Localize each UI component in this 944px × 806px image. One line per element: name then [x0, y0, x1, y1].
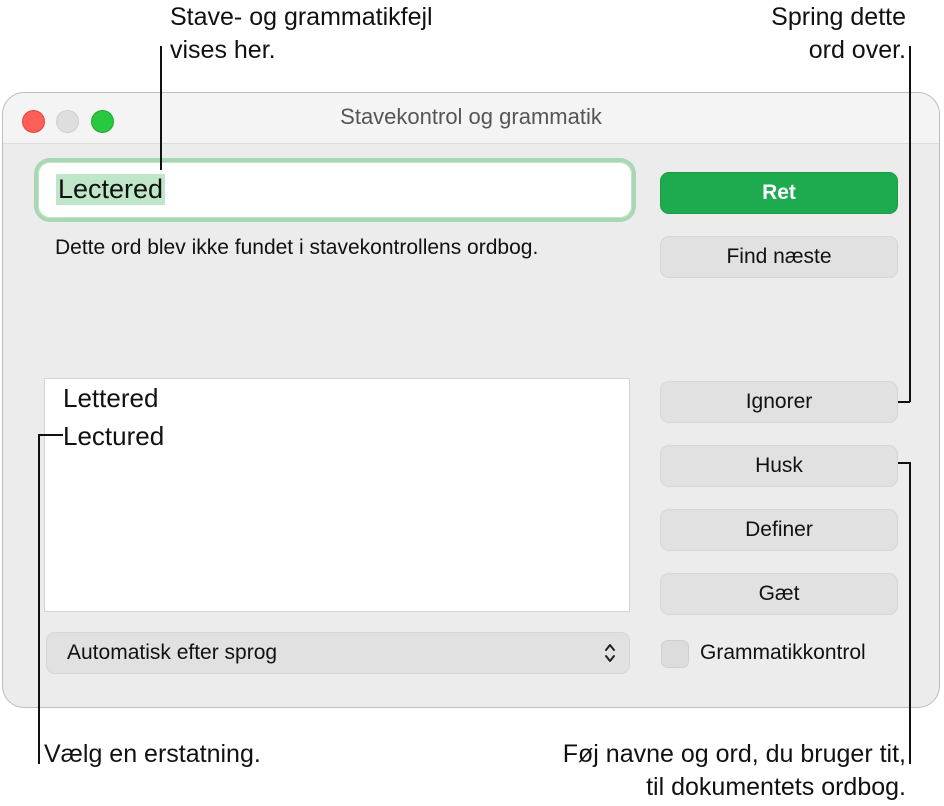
callout-text-line: til dokumentets ordbog. — [646, 773, 906, 801]
window-title: Stavekontrol og grammatik — [340, 104, 602, 129]
callout-add-words: Føj navne og ord, du bruger tit, til dok… — [563, 738, 906, 804]
leader-line — [38, 434, 40, 764]
callout-choose-replacement: Vælg en erstatning. — [44, 738, 261, 771]
up-down-chevron-icon — [605, 644, 615, 662]
callout-skip-word: Spring dette ord over. — [771, 1, 906, 67]
define-button[interactable]: Definer — [660, 509, 898, 551]
grammar-checkbox-label: Grammatikkontrol — [700, 641, 866, 664]
list-item[interactable]: Lettered — [63, 383, 158, 414]
callout-text-line: Føj navne og ord, du bruger tit, — [562, 740, 906, 768]
callout-text-line: vises her. — [170, 36, 276, 64]
guess-button[interactable]: Gæt — [660, 573, 898, 615]
title-bar: Stavekontrol og grammatik — [3, 93, 939, 144]
callout-text-line: Stave- og grammatikfejl — [170, 3, 433, 31]
misspelled-word-text: Lectered — [56, 174, 166, 205]
callout-text-line: ord over. — [808, 36, 906, 64]
leader-line — [38, 434, 63, 436]
ignore-button[interactable]: Ignorer — [660, 381, 898, 423]
language-popup[interactable]: Automatisk efter sprog — [46, 632, 630, 674]
language-popup-label: Automatisk efter sprog — [67, 641, 278, 664]
leader-line — [909, 46, 911, 402]
find-next-button[interactable]: Find næste — [660, 236, 898, 278]
callout-spelling-errors: Stave- og grammatikfejl vises her. — [170, 1, 433, 67]
leader-line — [898, 401, 910, 403]
correct-button[interactable]: Ret — [660, 172, 898, 214]
leader-line — [160, 46, 162, 170]
callout-text-line: Spring dette — [771, 3, 906, 31]
learn-button[interactable]: Husk — [660, 445, 898, 487]
misspelled-word-field[interactable]: Lectered — [38, 162, 632, 218]
status-message: Dette ord blev ikke fundet i stavekontro… — [55, 236, 539, 259]
callout-text-line: Vælg en erstatning. — [44, 740, 261, 768]
grammar-checkbox[interactable] — [661, 640, 689, 668]
leader-line — [898, 462, 910, 464]
leader-line — [909, 462, 911, 764]
list-item[interactable]: Lectured — [63, 421, 164, 452]
suggestions-list[interactable]: Lettered Lectured — [44, 378, 630, 612]
